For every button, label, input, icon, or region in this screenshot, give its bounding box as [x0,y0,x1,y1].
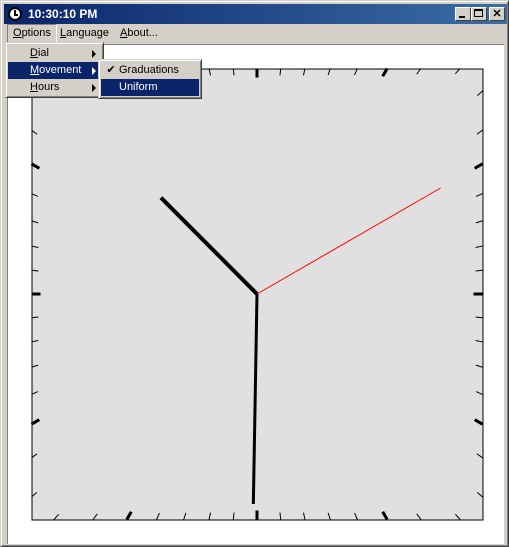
maximize-button[interactable] [471,7,487,21]
menu-item-movement[interactable]: Movement [8,62,101,79]
menu-options-mnemonic: O [13,27,22,39]
menu-bar: Options Language About... [4,24,507,43]
check-icon: ✔ [106,64,116,76]
submenu-arrow-icon [92,50,96,58]
menu-language[interactable]: Language [55,24,114,43]
close-icon: ✕ [492,8,502,20]
submenu-arrow-icon [92,84,96,92]
menu-options-label: ptions [21,27,51,39]
dial-mnemonic: D [30,47,38,59]
hours-label: ours [37,81,60,93]
movement-mnemonic: M [30,64,40,76]
menu-item-dial[interactable]: Dial [8,45,101,62]
window-title: 10:30:10 PM [28,7,98,21]
hours-mnemonic: H [30,81,38,93]
minimize-button[interactable] [455,7,471,21]
uniform-label: Uniform [119,81,158,93]
graduations-label: Graduations [119,64,179,76]
movement-submenu: ✔ Graduations Uniform [98,59,202,99]
options-dropdown-menu: Dial Movement Hours [5,42,104,98]
maximize-icon [474,9,483,17]
title-bar[interactable]: 10:30:10 PM ✕ [4,4,507,24]
submenu-arrow-icon [92,67,96,75]
submenu-item-graduations[interactable]: ✔ Graduations [101,62,199,79]
menu-language-label: anguage [66,27,109,39]
close-button[interactable]: ✕ [489,7,505,21]
movement-label: ovement [39,64,82,76]
dial-label: ial [37,47,49,59]
clock-face [30,67,484,521]
clock-client-area [7,44,504,544]
minimize-icon [459,16,465,18]
clock-app-icon[interactable] [8,7,22,21]
menu-about[interactable]: About... [115,24,163,43]
menu-about-label: bout... [127,27,158,39]
submenu-item-uniform[interactable]: Uniform [101,79,199,96]
menu-item-hours[interactable]: Hours [8,79,101,96]
menu-options[interactable]: Options [7,24,57,43]
